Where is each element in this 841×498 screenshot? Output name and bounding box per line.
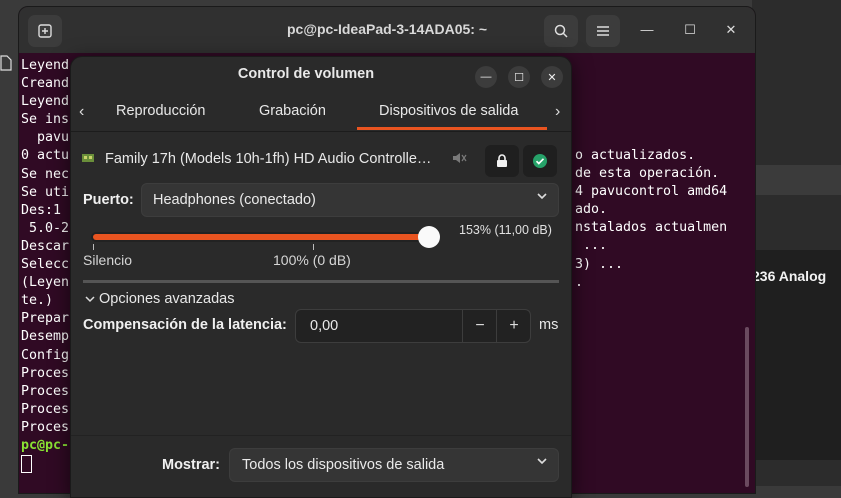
- level-meter: [83, 280, 559, 283]
- dialog-title: Control de volumen: [237, 66, 375, 82]
- maximize-button[interactable]: ☐: [681, 22, 699, 38]
- latency-spinbox[interactable]: 0,00 − +: [295, 309, 531, 343]
- port-label: Puerto:: [83, 192, 134, 208]
- slider-tick-silence: [93, 244, 94, 250]
- latency-value[interactable]: 0,00: [310, 318, 338, 334]
- terminal-line: o actualizados.: [575, 148, 696, 163]
- tab-output-devices[interactable]: Dispositivos de salida: [379, 103, 518, 119]
- port-dropdown[interactable]: Headphones (conectado): [141, 183, 559, 217]
- volume-slider[interactable]: [93, 234, 429, 240]
- terminal-line: ...: [575, 238, 608, 254]
- minimize-icon: —: [640, 22, 654, 37]
- terminal-line: ado.: [575, 202, 608, 218]
- search-icon: [554, 24, 568, 38]
- terminal-line: 4 pavucontrol amd64: [575, 184, 728, 200]
- port-value: Headphones (conectado): [153, 192, 316, 208]
- chevron-down-icon: [536, 190, 548, 205]
- chevron-down-icon: [536, 455, 548, 470]
- slider-tick-100: [313, 244, 314, 250]
- background-app-label: 236 Analog: [752, 268, 827, 284]
- maximize-icon: ☐: [514, 71, 524, 84]
- search-button[interactable]: [544, 15, 578, 47]
- volume-control-dialog: Control de volumen — ☐ ✕ ‹ › Reproducció…: [70, 56, 572, 498]
- terminal-line: 3) ...: [575, 256, 624, 272]
- show-value: Todos los dispositivos de salida: [242, 457, 445, 473]
- latency-label: Compensación de la latencia:: [83, 317, 287, 333]
- desktop-icon: [0, 55, 14, 71]
- latency-increment-button[interactable]: +: [496, 310, 531, 342]
- advanced-options-toggle[interactable]: Opciones avanzadas: [85, 291, 234, 307]
- set-default-button[interactable]: [523, 145, 557, 177]
- terminal-line: de esta operación.: [575, 166, 720, 182]
- output-device-row: Family 17h (Models 10h-1fh) HD Audio Con…: [81, 145, 561, 177]
- mute-toggle[interactable]: [451, 151, 467, 168]
- tab-recording[interactable]: Grabación: [259, 103, 326, 119]
- close-button[interactable]: ✕: [722, 22, 740, 38]
- lock-channels-button[interactable]: [485, 145, 519, 177]
- slider-label-silence: Silencio: [83, 252, 133, 268]
- show-label: Mostrar:: [162, 457, 221, 473]
- close-icon: ✕: [725, 22, 737, 37]
- latency-unit: ms: [539, 317, 559, 333]
- bottom-divider: [71, 435, 571, 436]
- speaker-muted-icon: [453, 153, 467, 163]
- volume-percentage: 153% (11,00 dB): [459, 223, 552, 237]
- tabs-divider: [71, 131, 571, 132]
- show-dropdown[interactable]: Todos los dispositivos de salida: [229, 448, 559, 482]
- close-icon: ✕: [547, 71, 557, 84]
- chevron-right-icon: ›: [555, 103, 561, 120]
- active-tab-indicator: [357, 127, 547, 130]
- latency-decrement-button[interactable]: −: [462, 310, 497, 342]
- minimize-icon: —: [480, 71, 492, 83]
- background-window: [752, 0, 841, 486]
- terminal-header: pc@pc-IdeaPad-3-14ADA05: ~ — ☐ ✕: [19, 7, 755, 53]
- chevron-down-icon: [85, 296, 95, 303]
- maximize-icon: ☐: [684, 22, 696, 37]
- dialog-maximize-button[interactable]: ☐: [508, 66, 530, 88]
- menu-button[interactable]: [586, 15, 620, 47]
- hamburger-icon: [597, 26, 609, 36]
- dialog-close-button[interactable]: ✕: [541, 66, 563, 88]
- minimize-button[interactable]: —: [638, 22, 656, 37]
- volume-slider-knob[interactable]: [418, 226, 440, 248]
- terminal-prompt: pc@pc-: [21, 437, 70, 453]
- minus-icon: −: [475, 317, 485, 334]
- document-icon: [0, 55, 12, 71]
- dialog-minimize-button[interactable]: —: [475, 66, 497, 88]
- background-band: [752, 165, 841, 195]
- slider-label-100: 100% (0 dB): [273, 252, 351, 268]
- lock-icon: [497, 154, 507, 167]
- terminal-line: .: [575, 274, 584, 290]
- check-circle-icon: [533, 154, 547, 168]
- device-name: Family 17h (Models 10h-1fh) HD Audio Con…: [105, 151, 432, 167]
- sound-card-icon: [82, 154, 94, 162]
- chevron-left-icon: ‹: [79, 103, 85, 120]
- tab-playback[interactable]: Reproducción: [116, 103, 205, 119]
- tabs-scroll-right-button[interactable]: ›: [555, 103, 560, 121]
- advanced-options-label: Opciones avanzadas: [99, 291, 235, 307]
- terminal-output-right: o actualizados. de esta operación. 4 pavuc…: [575, 147, 727, 292]
- volume-slider-fill: [93, 234, 429, 240]
- tabs-scroll-left-button[interactable]: ‹: [79, 103, 84, 121]
- plus-icon: +: [509, 317, 519, 334]
- terminal-line: nstalados actualmen: [575, 220, 728, 236]
- terminal-scrollbar[interactable]: [745, 327, 749, 487]
- terminal-cursor: [21, 455, 32, 474]
